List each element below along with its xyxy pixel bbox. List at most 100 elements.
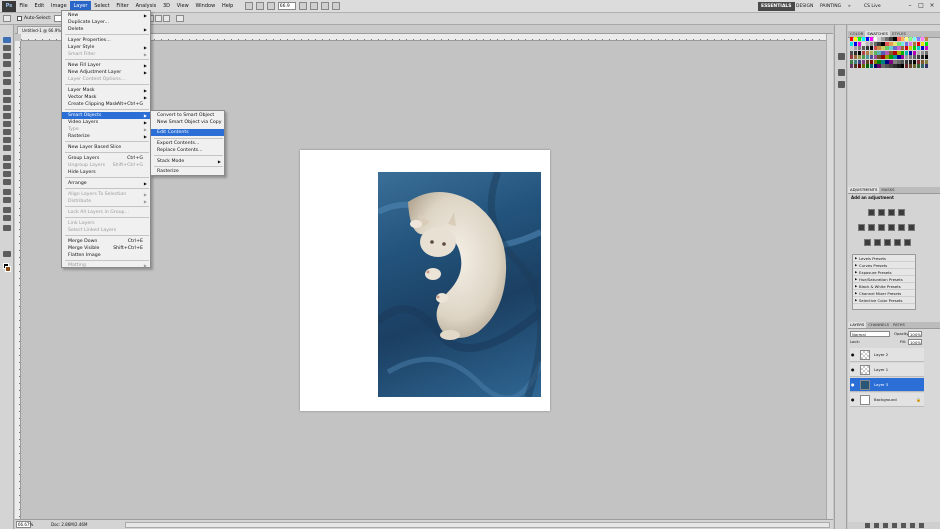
swatch[interactable] <box>881 37 885 41</box>
swatch[interactable] <box>885 55 889 59</box>
path-selection-tool-icon[interactable] <box>3 171 11 177</box>
swatch[interactable] <box>912 46 917 50</box>
swatch[interactable] <box>861 46 866 50</box>
visibility-eye-icon[interactable]: ● <box>851 352 856 357</box>
swatch[interactable] <box>873 41 877 46</box>
fill-input[interactable]: 100% <box>908 339 922 345</box>
launch-mini-bridge-icon[interactable] <box>255 2 264 10</box>
menu-3d[interactable]: 3D <box>160 1 174 12</box>
menu-item-smart-objects[interactable]: Smart Objects ▶ <box>62 112 150 119</box>
cs-live-button[interactable]: CS Live <box>864 2 881 11</box>
menu-item-layer-content-options[interactable]: Layer Content Options... <box>62 76 150 83</box>
swatch[interactable] <box>850 64 854 68</box>
swatch[interactable] <box>869 41 874 46</box>
menu-item-new-fill-layer[interactable]: New Fill Layer ▶ <box>62 62 150 69</box>
healing-brush-tool-icon[interactable] <box>3 89 11 95</box>
swatch[interactable] <box>865 41 870 46</box>
swatch[interactable] <box>901 37 905 41</box>
swatch[interactable] <box>897 37 901 41</box>
swatch[interactable] <box>873 50 877 55</box>
actions-panel-icon[interactable] <box>838 69 845 76</box>
menu-item-distribute[interactable]: Distribute ▶ <box>62 198 150 205</box>
launch-bridge-icon[interactable] <box>244 2 253 10</box>
swatch[interactable] <box>912 64 917 68</box>
swatch[interactable] <box>857 64 862 68</box>
swatch[interactable] <box>869 64 874 68</box>
swatch[interactable] <box>908 37 913 41</box>
swatch[interactable] <box>908 46 913 50</box>
swatch[interactable] <box>908 50 913 55</box>
tab-paths[interactable]: PATHS <box>891 322 907 328</box>
default-colors-icon[interactable] <box>3 225 11 231</box>
levels-icon[interactable] <box>878 209 885 216</box>
menu-item-replace-contents[interactable]: Replace Contents... <box>151 147 224 154</box>
swatch[interactable] <box>881 50 885 55</box>
menu-item-arrange[interactable]: Arrange ▶ <box>62 180 150 187</box>
menu-item-rasterize-smart[interactable]: Rasterize <box>151 168 224 175</box>
dodge-tool-icon[interactable] <box>3 145 11 151</box>
move-tool-icon[interactable] <box>3 37 11 43</box>
swatch[interactable] <box>850 41 854 46</box>
swatch[interactable] <box>857 59 862 64</box>
auto-align-icon[interactable] <box>175 15 184 22</box>
swatch[interactable] <box>885 50 889 55</box>
swatch[interactable] <box>869 46 874 50</box>
swatch[interactable] <box>904 55 909 59</box>
tab-adjustments[interactable]: ADJUSTMENTS <box>848 187 880 193</box>
visibility-eye-icon[interactable]: ● <box>851 397 856 402</box>
brightness-contrast-icon[interactable] <box>868 209 875 216</box>
swatch[interactable] <box>897 46 901 50</box>
menu-item-vector-mask[interactable]: Vector Mask ▶ <box>62 94 150 101</box>
layer-row-layer-3[interactable]: ● Layer 3 <box>850 378 924 392</box>
swatch[interactable] <box>901 59 905 64</box>
menu-item-layer-style[interactable]: Layer Style ▶ <box>62 44 150 51</box>
swatch[interactable] <box>889 37 893 41</box>
history-panel-icon[interactable] <box>838 53 845 60</box>
swatch[interactable] <box>904 46 909 50</box>
tab-masks[interactable]: MASKS <box>879 187 896 193</box>
link-layers-icon[interactable] <box>864 523 870 528</box>
swatch[interactable] <box>924 50 928 55</box>
swatch[interactable] <box>861 64 866 68</box>
swatch[interactable] <box>893 64 897 68</box>
menu-item-layer-mask[interactable]: Layer Mask ▶ <box>62 87 150 94</box>
swatch[interactable] <box>873 37 877 41</box>
type-tool-icon[interactable] <box>3 163 11 169</box>
background-color-swatch[interactable] <box>5 266 11 272</box>
swatch[interactable] <box>861 59 866 64</box>
character-panel-icon[interactable] <box>838 81 845 88</box>
tab-channels[interactable]: CHANNELS <box>866 322 891 328</box>
new-layer-icon[interactable] <box>909 523 915 528</box>
preset-selective-color[interactable]: Selective Color Presets <box>853 297 915 304</box>
swatch[interactable] <box>912 55 917 59</box>
gradient-map-icon[interactable] <box>894 239 901 246</box>
swatch[interactable] <box>897 50 901 55</box>
menu-item-new[interactable]: New ▶ <box>62 12 150 19</box>
eraser-tool-icon[interactable] <box>3 121 11 127</box>
menu-item-hide-layers[interactable]: Hide Layers <box>62 169 150 176</box>
swatch[interactable] <box>877 50 881 55</box>
swatch[interactable] <box>908 64 913 68</box>
swatch[interactable] <box>873 55 877 59</box>
3d-rotate-tool-icon[interactable] <box>3 189 11 195</box>
swatch[interactable] <box>865 55 870 59</box>
swatch[interactable] <box>908 59 913 64</box>
zoom-tool-icon[interactable] <box>3 215 11 221</box>
posterize-icon[interactable] <box>874 239 881 246</box>
3d-orbit-tool-icon[interactable] <box>3 197 11 203</box>
black-white-icon[interactable] <box>888 224 895 231</box>
swatch[interactable] <box>920 59 925 64</box>
swatch[interactable] <box>885 37 889 41</box>
swatch[interactable] <box>893 59 897 64</box>
swatch[interactable] <box>877 55 881 59</box>
swatch[interactable] <box>869 55 874 59</box>
swatch[interactable] <box>857 50 862 55</box>
menu-window[interactable]: Window <box>192 1 219 12</box>
tab-layers[interactable]: LAYERS <box>848 322 867 328</box>
swatch[interactable] <box>904 59 909 64</box>
zoom-level-field[interactable]: 66.9 <box>277 2 296 10</box>
menu-item-ungroup-layers[interactable]: Ungroup Layers Shift+Ctrl+G <box>62 162 150 169</box>
quick-mask-icon[interactable] <box>3 251 11 257</box>
swatch[interactable] <box>865 46 870 50</box>
swatch[interactable] <box>893 46 897 50</box>
